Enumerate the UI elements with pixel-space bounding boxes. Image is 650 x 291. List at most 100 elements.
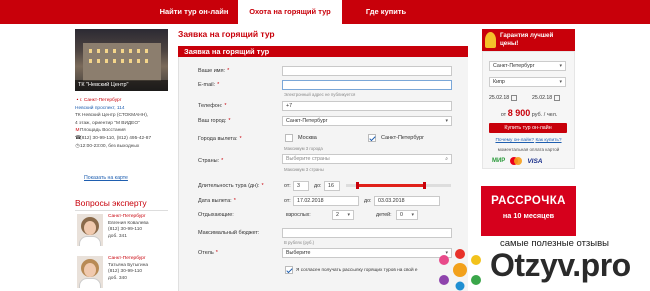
city-select[interactable]: Санкт-Петербург ▾ [282,116,452,126]
date-label: Дата вылета: * [198,198,236,204]
why-online-link[interactable]: Почему он-лайн? [495,138,534,143]
tab-find-tour[interactable]: Найти тур он-лайн [150,0,238,24]
duration-to-input[interactable]: 16 [324,181,340,191]
expert-avatar [77,214,103,246]
date-from-label: от: [284,198,291,204]
top-navigation: Найти тур он-лайн Охота на горящий тур Г… [0,0,650,24]
phone-label: Телефон: * [198,103,227,109]
countries-hint: Максимум 3 страны [284,167,324,172]
budget-label: Максимальный бюджет: [198,230,260,236]
experts-title: Вопросы эксперту [75,198,147,208]
office-street[interactable]: Невский проспект, 114 [75,105,168,113]
price-value: 8 900 [507,108,531,118]
duration-slider-fill [356,184,425,187]
tab-where-to-buy[interactable]: Где купить [342,0,430,24]
date-from-input[interactable]: 17.02.2018 [293,196,359,206]
office-city: г. Санкт-Петербург [80,98,122,103]
expert-phone: (812) 30-99-110 [108,269,143,275]
visa-logo: VISA [527,157,543,165]
expert-avatar [77,256,103,288]
duration-label: Длительность тура (дн): * [198,183,264,189]
name-label: Ваше имя: * [198,68,230,74]
hotel-select[interactable]: Выберите ▾ [282,248,452,258]
city-label: Ваш город: * [198,118,231,124]
guarantee-text: Гарантия лучшей цены! [500,32,554,47]
form-header: Заявка на горящий тур [178,46,468,57]
phone-input[interactable]: +7 [282,101,452,111]
medal-icon [485,32,496,48]
email-label: E-mail: * [198,82,220,88]
consent-text: Я согласен получать рассылку горящих тур… [296,267,418,272]
date-to-label: до: [364,198,372,204]
installment-promo-banner[interactable]: РАССРОЧКА на 10 месяцев [481,186,576,236]
adults-select[interactable]: 2 ▾ [332,210,354,220]
name-input[interactable] [282,66,452,76]
promo-subtitle: на 10 месяцев [502,211,555,220]
office-phones: (812) 30-99-110, (812) 495-42-87 [80,135,152,141]
quick-date-from[interactable]: 25.02.18 [489,94,518,103]
expert-city: Санкт-Петербург [108,256,146,261]
consent-checkbox[interactable] [285,266,293,274]
country-select[interactable]: Кипр ▾ [489,77,566,87]
duration-slider-handle-min[interactable] [355,182,359,189]
children-label: детей: [376,212,392,218]
quick-date-to[interactable]: 25.02.18 [532,94,561,103]
office-photo-caption: ТК "Невский Центр" [75,80,168,91]
page-title: Заявка на горящий тур [178,29,275,39]
price-line: от 8 900 руб. / чел. [489,108,569,118]
nav-tabs: Найти тур он-лайн Охота на горящий тур Г… [150,0,430,24]
duration-to-label: до: [314,183,322,189]
price-suffix: руб. / чел. [531,112,558,118]
search-icon: ⌕ [445,156,448,162]
budget-input[interactable] [282,228,452,238]
calendar-icon [511,94,518,101]
countries-label: Страны: * [198,158,224,164]
chevron-down-icon: ▾ [559,63,562,69]
duration-slider-handle-max[interactable] [422,182,426,189]
payment-logos: МИР VISA [492,156,572,166]
expert-card: Санкт-Петербург Татьяна Бутыгина (812) 3… [75,256,168,291]
expert-ext: доб. 341 [108,233,127,239]
duration-from-label: от: [284,183,291,189]
watermark-brand: Otzyv.pro [490,247,631,283]
email-hint: Электронный адрес не публикуется [284,92,356,97]
from-city-select[interactable]: Санкт-Петербург ▾ [489,61,566,71]
office-photo: ТК "Невский Центр" [75,29,168,91]
chevron-down-icon: ▾ [347,212,350,218]
watermark-logo-icon [439,249,481,291]
date-to-input[interactable]: 03.03.2018 [374,196,440,206]
children-select[interactable]: 0 ▾ [396,210,418,220]
promo-title: РАССРОЧКА [491,195,566,207]
office-address: • г. Санкт-Петербург Невский проспект, 11… [75,97,168,150]
chevron-down-icon: ▾ [559,79,562,85]
departure-label: Города вылета: * [198,136,242,142]
departure-hint: Максимум 3 города [284,146,323,151]
email-input[interactable] [282,80,452,90]
budget-hint: В рублях (руб.) [284,240,315,245]
countries-input[interactable]: Выберите страны ⌕ [282,154,452,164]
departure-moscow-checkbox[interactable] [285,134,293,142]
travelers-label: Отдыхающие: [198,212,234,218]
building-image [83,43,161,81]
adults-label: взрослых: [286,212,311,218]
office-metro: Площадь Восстания [80,128,126,134]
expert-card: Санкт-Петербург Евгения Ковалева (812) 3… [75,214,168,254]
office-mall: ТК Невский Центр (СТОКМАНН), [75,113,149,119]
show-on-map-link[interactable]: Показать на карте [84,175,128,181]
price-guarantee-banner: Гарантия лучшей цены! [482,29,575,51]
duration-from-input[interactable]: 3 [293,181,309,191]
calendar-icon [554,94,561,101]
expert-phone: (812) 30-99-110 [108,227,143,233]
buy-tour-online-button[interactable]: Купить тур он-лайн [489,123,567,133]
office-hours: 12:00-23:00, без выходных [80,143,140,149]
chevron-down-icon: ▾ [445,118,448,124]
price-prefix: от [500,112,507,118]
card-payment-note: моментальная оплата картой [497,147,560,152]
tab-hot-tour[interactable]: Охота на горящий тур [238,0,342,24]
departure-spb-checkbox[interactable] [368,134,376,142]
chevron-down-icon: ▾ [411,212,414,218]
duration-slider[interactable] [346,182,451,189]
how-to-buy-link[interactable]: Как купить? [535,138,561,143]
expert-city: Санкт-Петербург [108,214,146,219]
divider [75,210,168,211]
